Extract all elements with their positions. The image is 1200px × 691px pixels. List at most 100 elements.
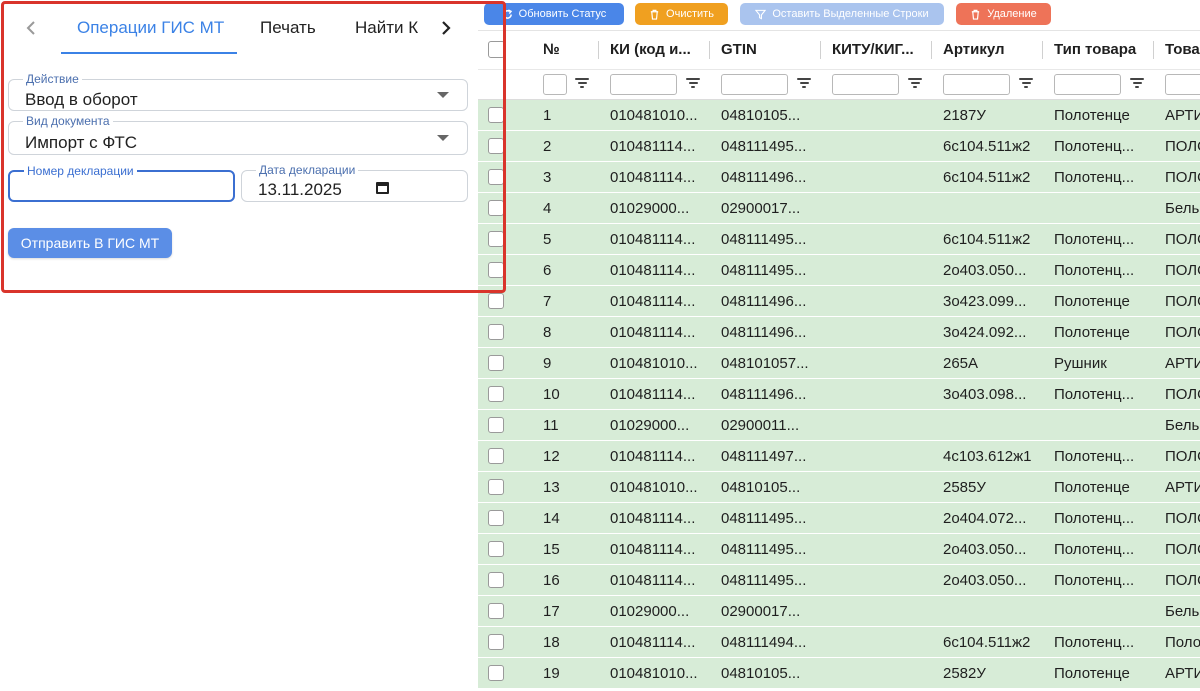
row-checkbox[interactable] (488, 386, 504, 402)
row-checkbox[interactable] (488, 603, 504, 619)
table-row[interactable]: 5 010481114... 048111495... 6с104.511ж2 Поло… (478, 224, 1200, 255)
row-checkbox[interactable] (488, 138, 504, 154)
declaration-date-input[interactable]: Дата декларации 13.11.2025 (241, 163, 468, 202)
table-row[interactable]: 14 010481114... 048111495... 2о404.072... По… (478, 503, 1200, 534)
table-row[interactable]: 11 01029000... 02900011... Бель (478, 410, 1200, 441)
row-product: АРТИ (1165, 107, 1200, 124)
filter-lines-icon[interactable] (908, 78, 922, 90)
tabs-scroll-left-button[interactable] (17, 14, 45, 42)
refresh-status-button[interactable]: Обновить Статус (484, 3, 624, 25)
table-row[interactable]: 13 010481010... 04810105... 2585У Полотенце А… (478, 472, 1200, 503)
column-separator[interactable] (709, 41, 710, 59)
filter-input-product-type[interactable] (1054, 74, 1121, 95)
column-separator[interactable] (1042, 41, 1043, 59)
tab-print[interactable]: Печать (260, 18, 316, 38)
column-header-ki[interactable]: КИ (код и... (610, 41, 710, 58)
select-all-checkbox[interactable] (488, 41, 505, 58)
row-article: 2о403.050... (943, 262, 1027, 279)
row-checkbox[interactable] (488, 572, 504, 588)
clear-button[interactable]: Очистить (635, 3, 728, 25)
row-checkbox[interactable] (488, 510, 504, 526)
row-checkbox[interactable] (488, 107, 504, 123)
row-checkbox[interactable] (488, 665, 504, 681)
column-separator[interactable] (931, 41, 932, 59)
column-separator[interactable] (1153, 41, 1154, 59)
filter-input-article[interactable] (943, 74, 1010, 95)
trash-icon (972, 9, 980, 20)
column-header-article[interactable]: Артикул (943, 41, 1045, 58)
filter-icon (755, 9, 767, 20)
filter-lines-icon[interactable] (686, 78, 700, 90)
row-number: 16 (543, 572, 560, 589)
row-article: 2582У (943, 665, 986, 682)
table-row[interactable]: 18 010481114... 048111494... 6с104.511ж2 Пол… (478, 627, 1200, 658)
row-checkbox[interactable] (488, 355, 504, 371)
row-article: 6с104.511ж2 (943, 634, 1031, 651)
row-number: 11 (543, 417, 559, 434)
filter-lines-icon[interactable] (1130, 78, 1144, 90)
row-product-type: Полотенц... (1054, 138, 1135, 155)
row-product: ПОЛО (1165, 386, 1200, 403)
row-product: Поло (1165, 634, 1200, 651)
column-header-kitu[interactable]: КИТУ/КИГ... (832, 41, 932, 58)
table-row[interactable]: 10 010481114... 048111496... 3о403.098... По… (478, 379, 1200, 410)
tab-gis-mt-operations[interactable]: Операции ГИС МТ (77, 18, 224, 38)
row-checkbox[interactable] (488, 417, 504, 433)
send-to-gis-mt-button[interactable]: Отправить В ГИС МТ (8, 228, 172, 258)
filter-lines-icon[interactable] (1019, 78, 1033, 90)
calendar-icon[interactable] (376, 182, 389, 194)
table-row[interactable]: 4 01029000... 02900017... Бель (478, 193, 1200, 224)
row-checkbox[interactable] (488, 293, 504, 309)
row-checkbox[interactable] (488, 541, 504, 557)
filter-input-gtin[interactable] (721, 74, 788, 95)
row-checkbox[interactable] (488, 324, 504, 340)
keep-selected-rows-button[interactable]: Оставить Выделенные Строки (740, 3, 944, 25)
filter-input-number[interactable] (543, 74, 567, 95)
filter-lines-icon[interactable] (797, 78, 811, 90)
table-row[interactable]: 3 010481114... 048111496... 6с104.511ж2 Поло… (478, 162, 1200, 193)
declaration-number-input[interactable]: Номер декларации (8, 164, 235, 202)
row-article: 3о403.098... (943, 386, 1027, 403)
row-article: 6с104.511ж2 (943, 138, 1031, 155)
row-checkbox[interactable] (488, 169, 504, 185)
row-checkbox[interactable] (488, 479, 504, 495)
filter-input-kitu[interactable] (832, 74, 899, 95)
action-select[interactable]: Действие Ввод в оборот (8, 72, 468, 111)
table-row[interactable]: 19 010481010... 04810105... 2582У Полотенце А… (478, 658, 1200, 689)
column-header-product-type[interactable]: Тип товара (1054, 41, 1156, 58)
row-product-type: Полотенце (1054, 107, 1130, 124)
row-checkbox[interactable] (488, 200, 504, 216)
table-row[interactable]: 1 010481010... 04810105... 2187У Полотенце АР… (478, 100, 1200, 131)
table-row[interactable]: 6 010481114... 048111495... 2о403.050... Пол… (478, 255, 1200, 286)
column-header-number[interactable]: № (543, 41, 593, 58)
table-row[interactable]: 16 010481114... 048111495... 2о403.050... По… (478, 565, 1200, 596)
filter-input-ki[interactable] (610, 74, 677, 95)
column-header-product[interactable]: Това (1165, 41, 1200, 58)
row-checkbox[interactable] (488, 448, 504, 464)
column-header-gtin[interactable]: GTIN (721, 41, 821, 58)
filter-input-product[interactable] (1165, 74, 1200, 95)
table-row[interactable]: 17 01029000... 02900017... Бель (478, 596, 1200, 627)
delete-button[interactable]: Удаление (956, 3, 1051, 25)
row-checkbox[interactable] (488, 262, 504, 278)
table-row[interactable]: 12 010481114... 048111497... 4с103.612ж1 Пол… (478, 441, 1200, 472)
filter-lines-icon[interactable] (575, 78, 589, 90)
table-row[interactable]: 8 010481114... 048111496... 3о424.092... Пол… (478, 317, 1200, 348)
row-product-type: Полотенц... (1054, 572, 1135, 589)
tab-find[interactable]: Найти К (355, 18, 418, 38)
column-separator[interactable] (820, 41, 821, 59)
tabs-scroll-right-button[interactable] (432, 14, 460, 42)
table-row[interactable]: 7 010481114... 048111496... 3о423.099... Пол… (478, 286, 1200, 317)
row-checkbox[interactable] (488, 634, 504, 650)
column-separator[interactable] (598, 41, 599, 59)
row-checkbox[interactable] (488, 231, 504, 247)
clear-label: Очистить (666, 8, 714, 20)
row-ki: 010481114... (610, 448, 696, 465)
table-row[interactable]: 15 010481114... 048111495... 2о403.050... По… (478, 534, 1200, 565)
table-row[interactable]: 2 010481114... 048111495... 6с104.511ж2 Поло… (478, 131, 1200, 162)
table-row[interactable]: 9 010481010... 048101057... 265А Рушник АРТИ (478, 348, 1200, 379)
row-gtin: 048111495... (721, 572, 807, 589)
row-product: АРТИ (1165, 665, 1200, 682)
document-type-value: Импорт с ФТС (25, 133, 138, 152)
document-type-select[interactable]: Вид документа Импорт с ФТС (8, 114, 468, 155)
